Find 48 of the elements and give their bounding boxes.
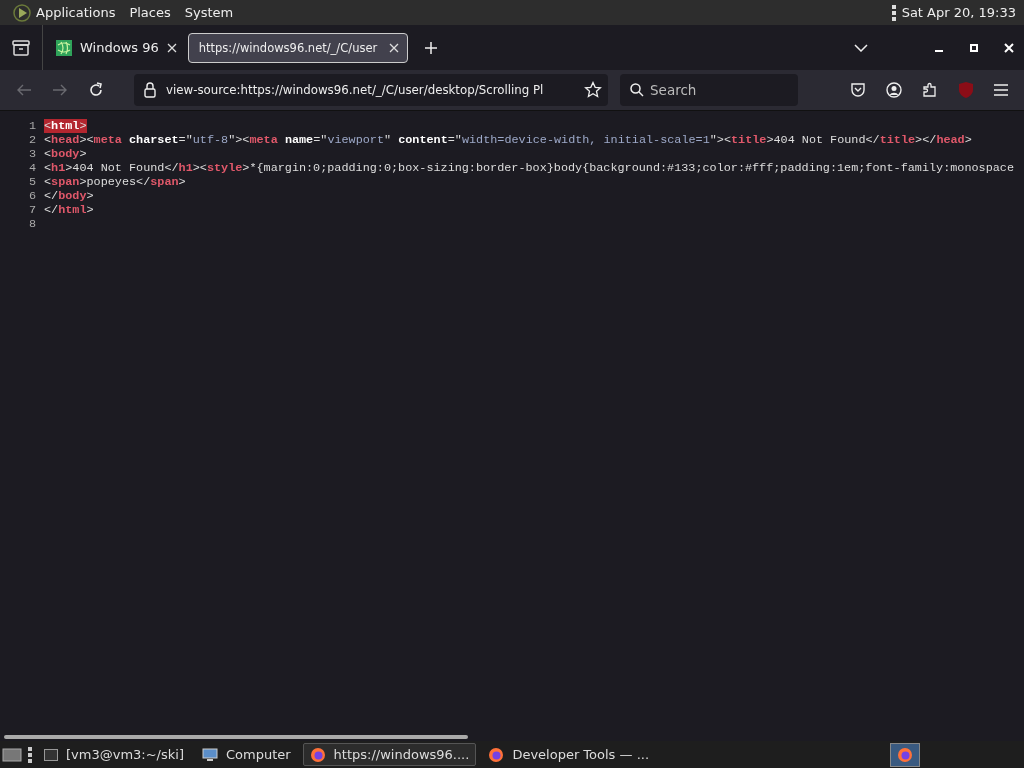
source-code-line: <h1>404 Not Found</h1><style>*{margin:0;padding:0;box-sizing:border-box}body{background:#133;color:#fff;padding:1em;font-family:monospace [44, 161, 1014, 175]
source-code-line: <span>popeyes</span> [44, 175, 186, 189]
reload-icon[interactable] [88, 82, 104, 98]
panel-menu[interactable]: Applications [36, 5, 116, 20]
taskbar-button[interactable]: https://windows96.... [302, 743, 477, 766]
menu-icon[interactable] [994, 84, 1008, 96]
line-number: 1 [27, 119, 37, 133]
line-number: 7 [27, 203, 37, 217]
line-number: 3 [27, 147, 37, 161]
line-number: 8 [27, 217, 37, 231]
source-code-line: <body> [44, 147, 87, 161]
terminal-icon [44, 748, 58, 761]
star-icon[interactable] [584, 81, 602, 99]
close-icon[interactable] [388, 42, 399, 53]
line-number: 2 [27, 133, 37, 147]
source-code-line: </html> [44, 203, 94, 217]
browser-tab[interactable]: https://windows96.net/_/C/user [187, 32, 408, 63]
browser-tab[interactable]: Windows 96 [46, 32, 185, 63]
vertical-dots-icon [891, 4, 896, 21]
line-number: 4 [27, 161, 37, 175]
panel-menu[interactable]: System [184, 5, 234, 20]
globe-favicon-icon [56, 39, 72, 56]
address-bar[interactable]: view-source:https://windows96.net/_/C/user/desktop/Scrolling Pl [134, 74, 608, 106]
close-icon[interactable] [166, 42, 177, 53]
new-tab-icon[interactable] [423, 40, 438, 55]
line-number: 6 [27, 189, 37, 203]
line-number: 5 [27, 175, 37, 189]
vertical-dots-icon [28, 746, 32, 763]
chevron-down-icon[interactable] [854, 43, 868, 52]
lock-icon [144, 82, 156, 98]
pocket-icon[interactable] [850, 82, 866, 98]
search-field[interactable]: Search [620, 74, 798, 106]
search-icon [630, 83, 644, 97]
tray-icon[interactable] [12, 39, 30, 56]
puzzle-icon[interactable] [922, 82, 938, 98]
taskbar-button[interactable]: Computer [195, 743, 297, 766]
maximize-icon[interactable] [970, 43, 978, 52]
taskbar-button[interactable]: [vm3@vm3:~/ski] [38, 743, 190, 766]
account-icon[interactable] [886, 82, 902, 98]
desktop-icon[interactable] [2, 746, 22, 763]
taskbar-button[interactable]: Developer Tools — ... [482, 743, 656, 766]
computer-icon [201, 747, 218, 762]
source-code-line: </body> [44, 189, 94, 203]
clock[interactable]: Sat Apr 20, 19:33 [901, 5, 1016, 20]
logo-icon [12, 2, 32, 23]
horizontal-scrollbar[interactable] [4, 735, 468, 739]
source-code-line: <head><meta charset="utf-8"><meta name="viewport" content="width=device-width, initial-scale=1"><title>404 Not Found</title></head> [44, 133, 972, 147]
panel-menu[interactable]: Places [129, 5, 171, 20]
